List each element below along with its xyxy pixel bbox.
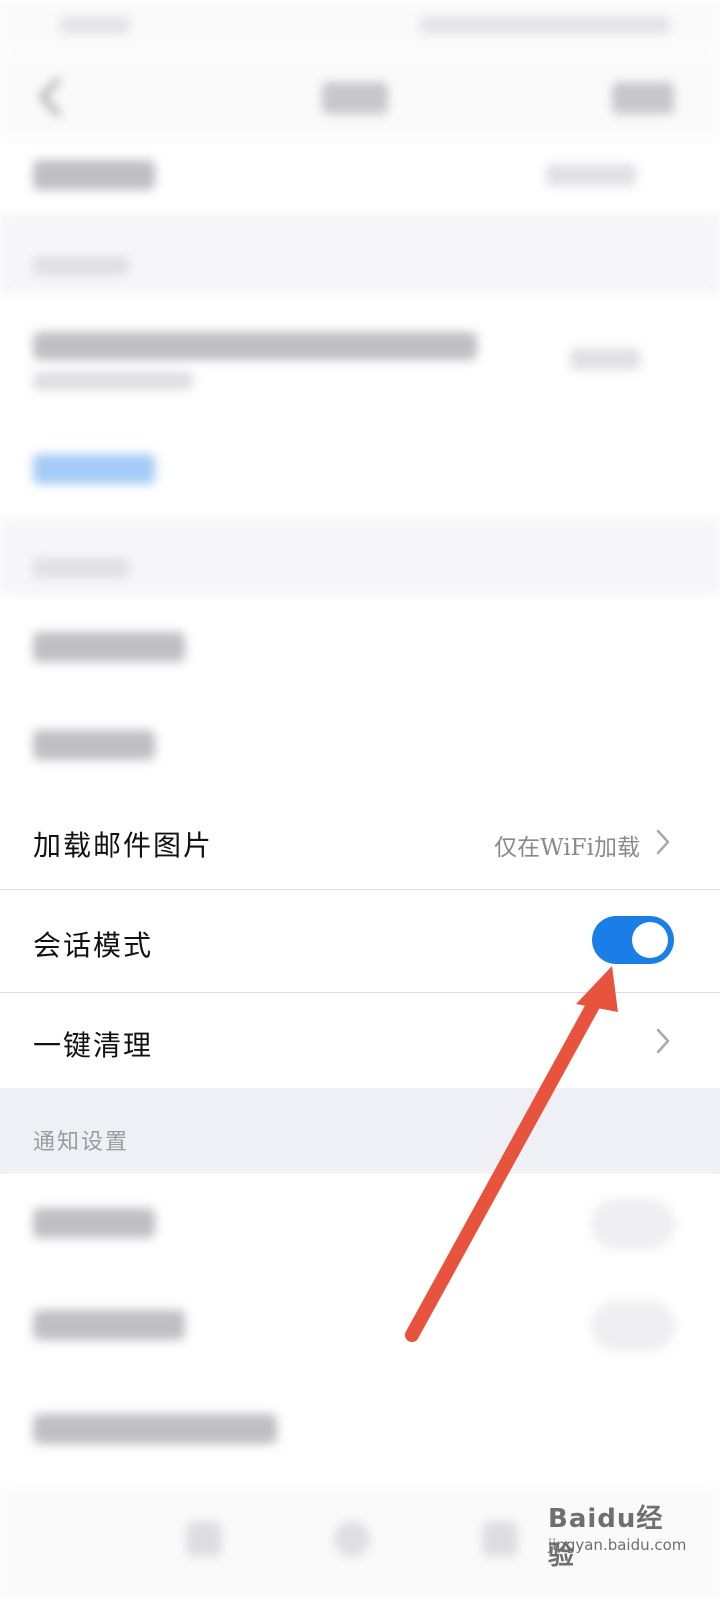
settings-row-blurred-2[interactable] [0, 598, 720, 696]
row-label-placeholder-4 [33, 1208, 155, 1238]
load-images-value: 仅在WiFi加载 [494, 835, 640, 861]
status-left-placeholder [60, 16, 130, 34]
nav-right-action[interactable] [612, 82, 674, 114]
row-label-placeholder-3 [33, 730, 155, 760]
load-images-row[interactable]: 加载邮件图片 仅在WiFi加载 [0, 794, 720, 890]
conversation-mode-label: 会话模式 [33, 929, 154, 962]
row-label-placeholder-6 [33, 1414, 277, 1444]
settings-row-blurred[interactable] [0, 142, 720, 212]
add-account-row-blurred[interactable] [0, 420, 720, 518]
nav-home-icon[interactable] [334, 1521, 370, 1557]
account-sub-placeholder [33, 372, 193, 390]
notification-row-blurred-2[interactable] [0, 1274, 720, 1378]
back-button[interactable] [30, 74, 70, 120]
watermark-main: Baidu经验 [548, 1504, 664, 1571]
toggle-off[interactable] [592, 1200, 674, 1248]
nav-back-icon[interactable] [186, 1521, 222, 1557]
toggle-knob [632, 922, 668, 958]
toggle-off-2[interactable] [592, 1302, 674, 1350]
account-value-placeholder [570, 348, 640, 370]
status-bar [0, 0, 720, 52]
load-images-label: 加载邮件图片 [33, 829, 214, 862]
watermark-sub: jingyan.baidu.com [548, 1536, 687, 1554]
notification-row-blurred-1[interactable] [0, 1174, 720, 1274]
status-right-placeholder [420, 16, 670, 34]
row-label-placeholder-2 [33, 632, 185, 662]
one-click-clean-row[interactable]: 一键清理 [0, 993, 720, 1088]
add-account-link-placeholder [33, 454, 155, 484]
settings-row-blurred-3[interactable] [0, 696, 720, 794]
account-row-blurred[interactable] [0, 296, 720, 420]
chevron-left-icon [39, 77, 61, 117]
page-title [322, 82, 388, 114]
account-email-placeholder [33, 332, 477, 360]
notification-row-blurred-3[interactable] [0, 1378, 720, 1485]
row-value-placeholder [546, 164, 636, 186]
row-label-placeholder [33, 160, 155, 190]
one-click-clean-label: 一键清理 [33, 1029, 154, 1062]
conversation-mode-row: 会话模式 [0, 890, 720, 992]
chevron-right-icon [654, 1026, 672, 1056]
section-header-blurred-2 [0, 518, 720, 598]
section-header-blurred [0, 212, 720, 296]
baidu-watermark: Baidu经验 jingyan.baidu.com [548, 1494, 688, 1574]
notification-section-label: 通知设置 [33, 1130, 130, 1155]
section-label-placeholder-2 [33, 558, 129, 578]
settings-page: 加载邮件图片 仅在WiFi加载 会话模式 一键清理 通知设置 Baidu经验 j… [0, 0, 720, 1600]
row-label-placeholder-5 [33, 1310, 185, 1340]
notification-section-header: 通知设置 [0, 1088, 720, 1174]
conversation-mode-toggle[interactable] [592, 916, 674, 964]
section-label-placeholder [33, 256, 129, 276]
nav-recent-icon[interactable] [482, 1521, 518, 1557]
chevron-right-icon [654, 827, 672, 857]
nav-bar [0, 52, 720, 142]
